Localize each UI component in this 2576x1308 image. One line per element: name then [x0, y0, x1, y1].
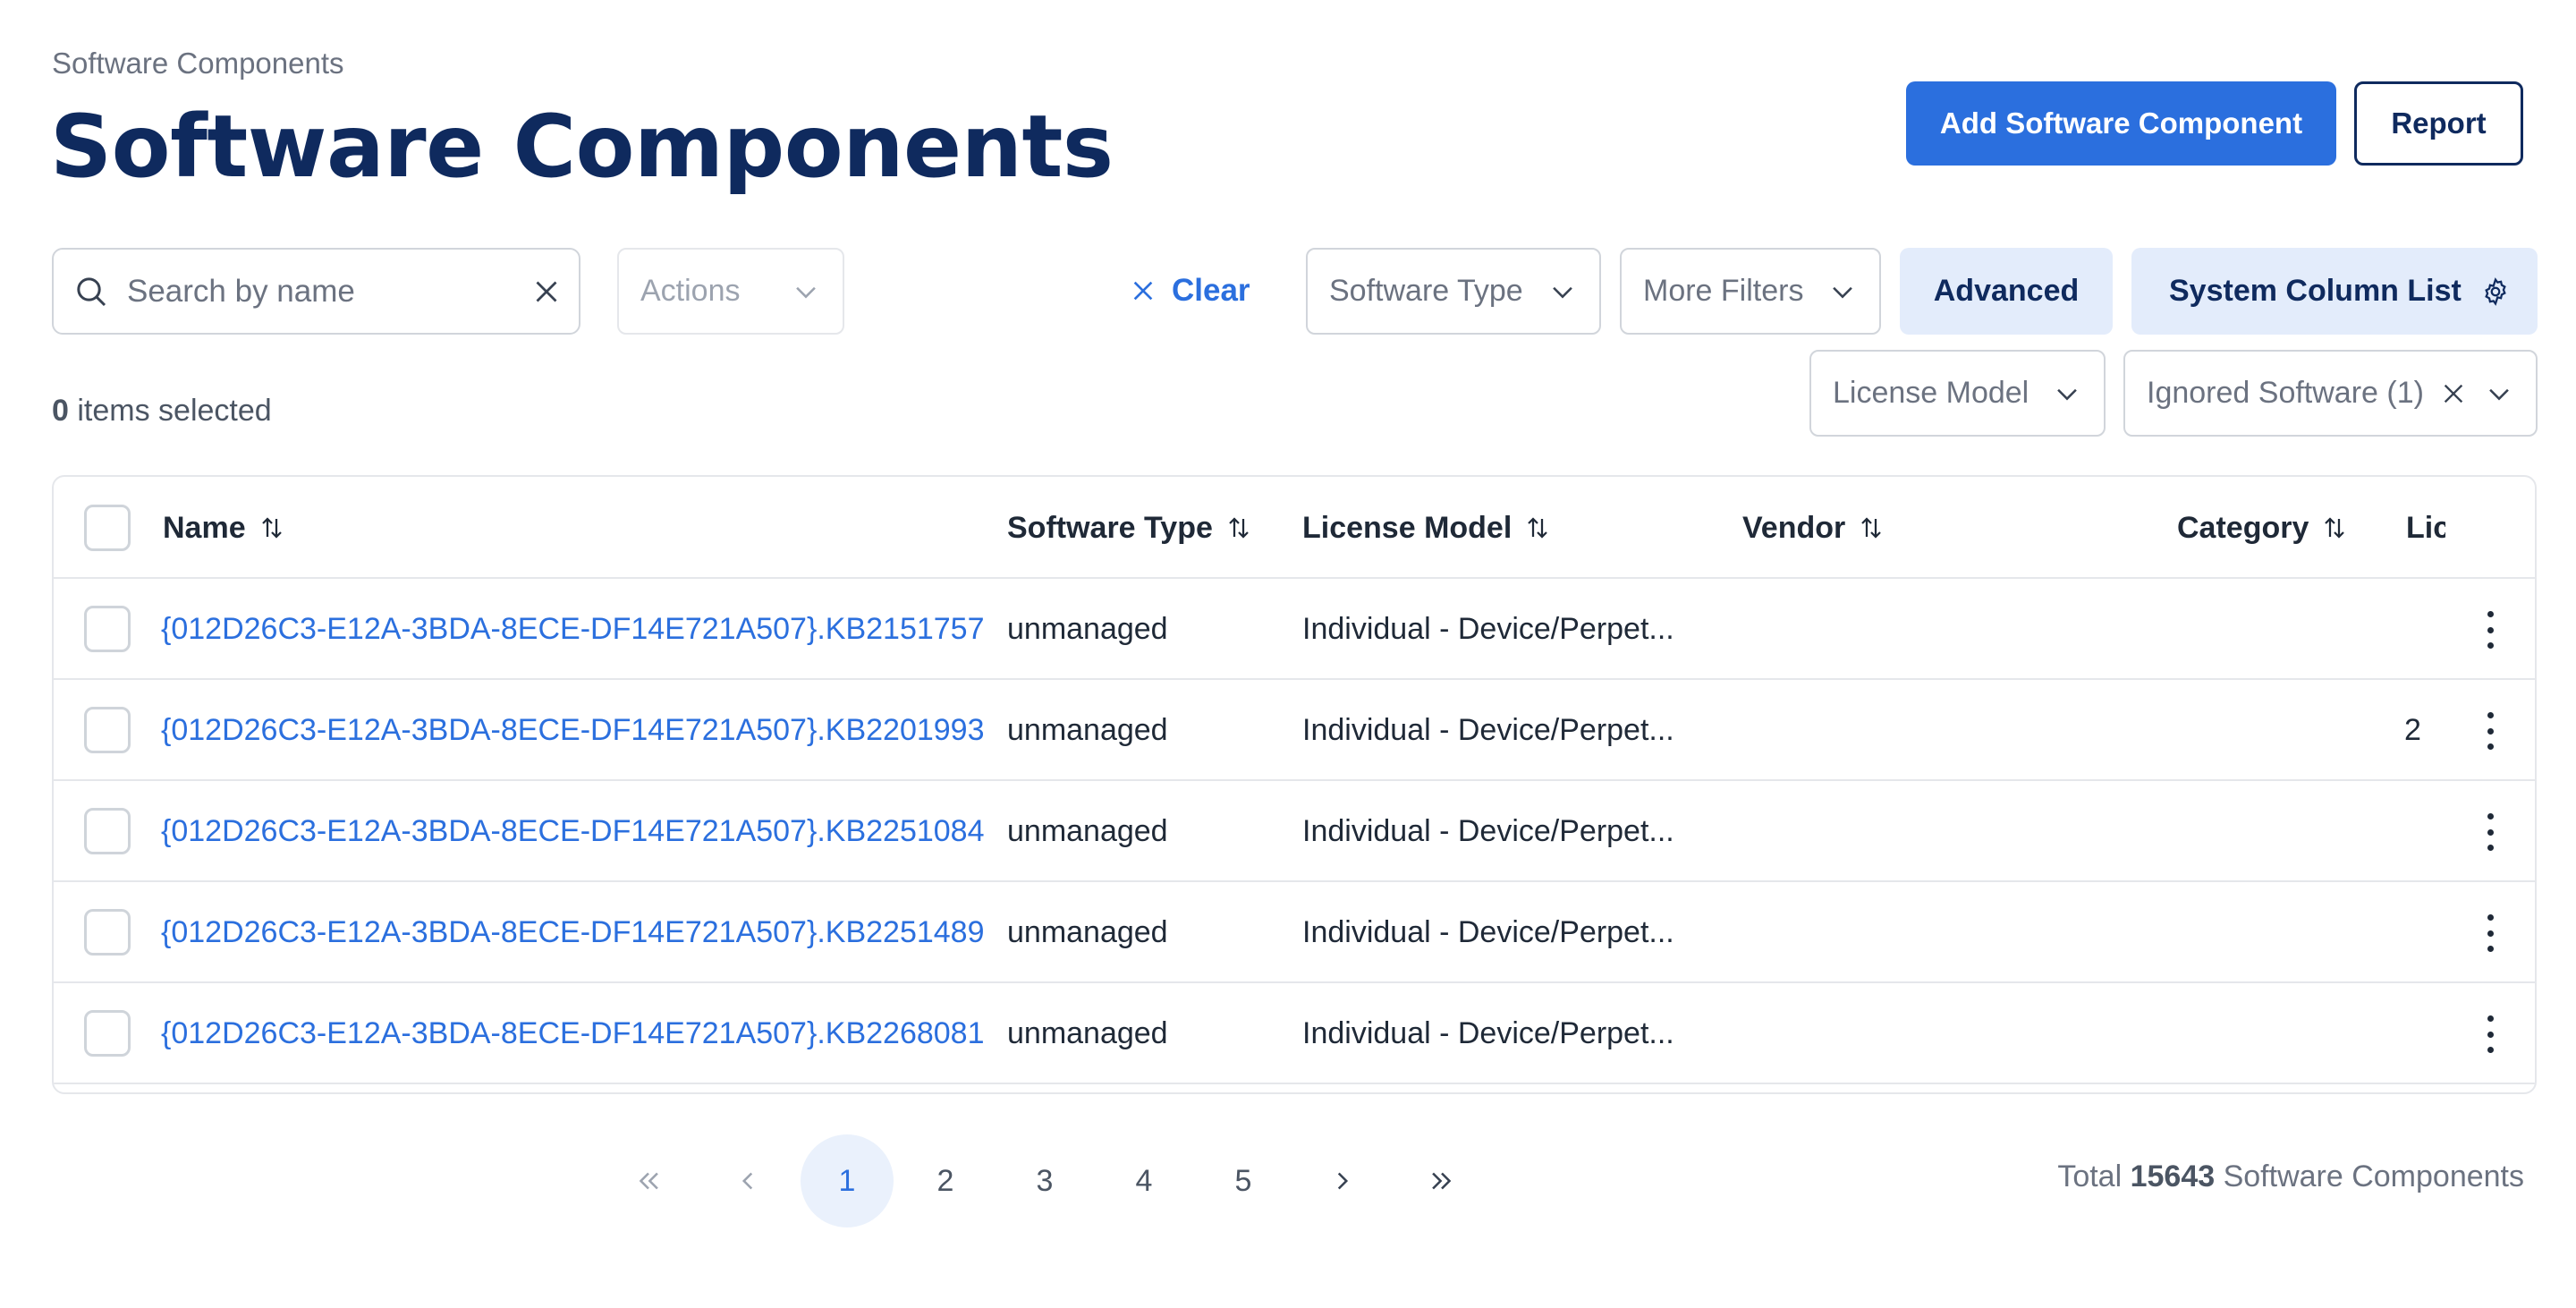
license-model-cell: Individual - Device/Perpet...: [1302, 814, 1674, 848]
row-checkbox[interactable]: [84, 707, 131, 753]
close-icon: [1129, 276, 1157, 305]
column-header-software-type[interactable]: Software Type: [1007, 477, 1252, 579]
first-page-icon[interactable]: [602, 1134, 695, 1227]
row-menu-icon[interactable]: [2481, 914, 2499, 952]
software-components-table: Name Software Type License Model Vendor …: [52, 475, 2537, 1094]
column-header-name[interactable]: Name: [163, 477, 285, 579]
sort-icon: [1858, 514, 1885, 541]
add-software-component-button[interactable]: Add Software Component: [1906, 81, 2336, 166]
chevron-down-icon: [2484, 378, 2514, 409]
column-header-label: Software Type: [1007, 510, 1213, 545]
table-row: {012D26C3-E12A-3BDA-8ECE-DF14E721A507}.K…: [54, 983, 2535, 1084]
column-header-label: License Model: [1302, 510, 1513, 545]
column-header-vendor[interactable]: Vendor: [1742, 477, 1885, 579]
search-icon: [73, 274, 109, 310]
clear-label: Clear: [1172, 273, 1250, 308]
chevron-down-icon: [791, 276, 821, 307]
table-row: {012D26C3-E12A-3BDA-8ECE-DF14E721A507}.K…: [54, 882, 2535, 983]
license-model-filter[interactable]: License Model: [1809, 350, 2106, 437]
sort-icon: [1225, 514, 1252, 541]
select-all-checkbox[interactable]: [84, 505, 131, 551]
license-model-filter-label: License Model: [1833, 376, 2029, 410]
page-button-3[interactable]: 3: [998, 1134, 1091, 1227]
ignored-software-filter-label: Ignored Software (1): [2147, 376, 2424, 410]
total-prefix: Total: [2057, 1159, 2123, 1193]
next-page-icon[interactable]: [1296, 1134, 1389, 1227]
clear-filter-icon[interactable]: [2439, 379, 2468, 408]
row-checkbox[interactable]: [84, 808, 131, 854]
software-type-cell: unmanaged: [1007, 915, 1168, 949]
page-button-4[interactable]: 4: [1097, 1134, 1191, 1227]
row-menu-icon[interactable]: [2481, 1015, 2499, 1053]
row-checkbox[interactable]: [84, 909, 131, 956]
previous-page-icon[interactable]: [701, 1134, 794, 1227]
software-type-cell: unmanaged: [1007, 612, 1168, 646]
chevron-down-icon: [1547, 276, 1578, 307]
search-box: [52, 248, 580, 335]
lic-cell: 2: [2404, 713, 2421, 747]
row-checkbox[interactable]: [84, 1010, 131, 1057]
clear-search-icon[interactable]: [530, 276, 563, 308]
license-model-cell: Individual - Device/Perpet...: [1302, 713, 1674, 747]
row-menu-icon[interactable]: [2481, 712, 2499, 750]
component-name-link[interactable]: {012D26C3-E12A-3BDA-8ECE-DF14E721A507}.K…: [161, 680, 985, 781]
more-filters-label: More Filters: [1643, 274, 1804, 308]
chevron-down-icon: [2052, 378, 2082, 409]
component-name-link[interactable]: {012D26C3-E12A-3BDA-8ECE-DF14E721A507}.K…: [161, 781, 985, 882]
license-model-cell: Individual - Device/Perpet...: [1302, 612, 1674, 646]
column-header-lic[interactable]: Lic: [2406, 477, 2445, 579]
items-selected-count: 0 items selected: [52, 394, 272, 429]
report-button[interactable]: Report: [2354, 81, 2523, 166]
search-input[interactable]: [127, 273, 530, 310]
total-count: Total 15643 Software Components: [2057, 1159, 2524, 1194]
license-model-cell: Individual - Device/Perpet...: [1302, 1016, 1674, 1050]
ignored-software-filter[interactable]: Ignored Software (1): [2123, 350, 2538, 437]
page-button-2[interactable]: 2: [899, 1134, 992, 1227]
row-menu-icon[interactable]: [2481, 813, 2499, 851]
software-type-cell: unmanaged: [1007, 814, 1168, 848]
table-header: Name Software Type License Model Vendor …: [54, 477, 2535, 579]
page-button-1[interactable]: 1: [801, 1134, 894, 1227]
sort-icon: [2321, 514, 2348, 541]
component-name-link[interactable]: {012D26C3-E12A-3BDA-8ECE-DF14E721A507}.K…: [161, 882, 985, 983]
table-row: {012D26C3-E12A-3BDA-8ECE-DF14E721A507}.K…: [54, 579, 2535, 680]
row-menu-icon[interactable]: [2481, 611, 2499, 649]
component-name-link[interactable]: {012D26C3-E12A-3BDA-8ECE-DF14E721A507}.K…: [161, 579, 985, 680]
gear-icon: [2480, 276, 2511, 307]
component-name-link[interactable]: {012D26C3-E12A-3BDA-8ECE-DF14E721A507}.K…: [161, 983, 985, 1084]
column-header-license-model[interactable]: License Model: [1302, 477, 1551, 579]
system-column-list-label: System Column List: [2169, 274, 2462, 308]
license-model-cell: Individual - Device/Perpet...: [1302, 915, 1674, 949]
total-suffix: Software Components: [2223, 1159, 2524, 1193]
table-row: {012D26C3-E12A-3BDA-8ECE-DF14E721A507}.K…: [54, 680, 2535, 781]
page-title: Software Components: [50, 97, 1114, 197]
column-header-label: Vendor: [1742, 510, 1846, 545]
selected-suffix: items selected: [77, 394, 272, 428]
system-column-list-button[interactable]: System Column List: [2131, 248, 2538, 335]
actions-label: Actions: [640, 274, 741, 308]
page-button-5[interactable]: 5: [1197, 1134, 1290, 1227]
total-number: 15643: [2130, 1159, 2216, 1193]
software-type-cell: unmanaged: [1007, 713, 1168, 747]
selected-number: 0: [52, 394, 69, 428]
sort-icon: [1524, 514, 1551, 541]
chevron-down-icon: [1827, 276, 1858, 307]
breadcrumb[interactable]: Software Components: [52, 47, 344, 81]
software-type-filter[interactable]: Software Type: [1306, 248, 1601, 335]
column-header-label: Category: [2177, 510, 2309, 545]
column-header-label: Lic: [2406, 510, 2445, 545]
column-header-label: Name: [163, 510, 246, 545]
column-header-category[interactable]: Category: [2177, 477, 2348, 579]
last-page-icon[interactable]: [1395, 1134, 1488, 1227]
software-type-cell: unmanaged: [1007, 1016, 1168, 1050]
clear-filters-button[interactable]: Clear: [1129, 266, 1250, 316]
software-type-filter-label: Software Type: [1329, 274, 1523, 308]
table-row: {012D26C3-E12A-3BDA-8ECE-DF14E721A507}.K…: [54, 781, 2535, 882]
row-checkbox[interactable]: [84, 606, 131, 652]
more-filters-dropdown[interactable]: More Filters: [1620, 248, 1881, 335]
sort-icon: [258, 514, 285, 541]
actions-dropdown[interactable]: Actions: [617, 248, 844, 335]
advanced-button[interactable]: Advanced: [1900, 248, 2113, 335]
